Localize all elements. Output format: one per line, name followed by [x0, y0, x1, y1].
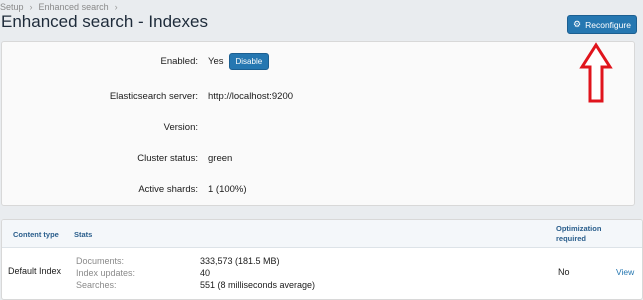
- stat-values: 333,573 (181.5 MB) 40 551 (8 millisecond…: [200, 255, 315, 291]
- enabled-value-group: Yes Disable: [208, 52, 270, 70]
- documents-label: Documents:: [76, 256, 125, 266]
- reconfigure-button[interactable]: ⚙ Reconfigure: [567, 15, 637, 34]
- cell-optimization: No: [558, 267, 570, 277]
- header-stats: Stats: [74, 230, 93, 239]
- stat-labels: Documents: Index updates: Searches:: [76, 255, 135, 291]
- view-link[interactable]: View: [616, 267, 634, 277]
- disable-button[interactable]: Disable: [228, 52, 270, 70]
- server-value: http://localhost:9200: [208, 90, 294, 102]
- updates-label: Index updates:: [76, 268, 136, 278]
- shards-label: Active shards:: [138, 183, 198, 195]
- enabled-row: Enabled: Yes Disable: [2, 52, 634, 70]
- version-label: Version:: [163, 121, 198, 133]
- server-label: Elasticsearch server:: [109, 90, 198, 102]
- table-row: Default Index Documents: Index updates: …: [2, 249, 642, 299]
- cluster-value: green: [208, 152, 233, 164]
- updates-value: 40: [200, 268, 211, 278]
- searches-label: Searches:: [76, 280, 117, 290]
- cluster-label: Cluster status:: [137, 152, 198, 164]
- indexes-table: Content type Stats Optimization required…: [1, 219, 643, 300]
- settings-panel: Enabled: Yes Disable Elasticsearch serve…: [1, 41, 635, 206]
- cluster-row: Cluster status: green: [2, 150, 634, 166]
- header-optimization: Optimization required: [556, 224, 602, 243]
- cell-content-type: Default Index: [8, 266, 62, 276]
- chevron-right-icon: ›: [114, 2, 118, 12]
- table-header: Content type Stats Optimization required: [2, 220, 642, 248]
- server-row: Elasticsearch server: http://localhost:9…: [2, 88, 634, 104]
- reconfigure-label: Reconfigure: [585, 19, 631, 30]
- documents-value: 333,573 (181.5 MB): [200, 256, 280, 266]
- page-title: Enhanced search - Indexes: [1, 12, 208, 31]
- shards-row: Active shards: 1 (100%): [2, 181, 634, 197]
- breadcrumb-item-enhanced-search[interactable]: Enhanced search: [39, 2, 109, 12]
- gear-icon: ⚙: [573, 19, 582, 29]
- version-row: Version:: [2, 119, 634, 135]
- searches-value: 551 (8 milliseconds average): [200, 280, 316, 290]
- enabled-label: Enabled:: [160, 55, 198, 67]
- chevron-right-icon: ›: [29, 2, 33, 12]
- up-arrow-annotation-icon: [579, 42, 613, 103]
- enabled-value: Yes: [208, 55, 224, 67]
- breadcrumb-item-setup[interactable]: Setup: [0, 2, 24, 12]
- shards-value: 1 (100%): [208, 183, 247, 195]
- header-content-type: Content type: [13, 230, 59, 239]
